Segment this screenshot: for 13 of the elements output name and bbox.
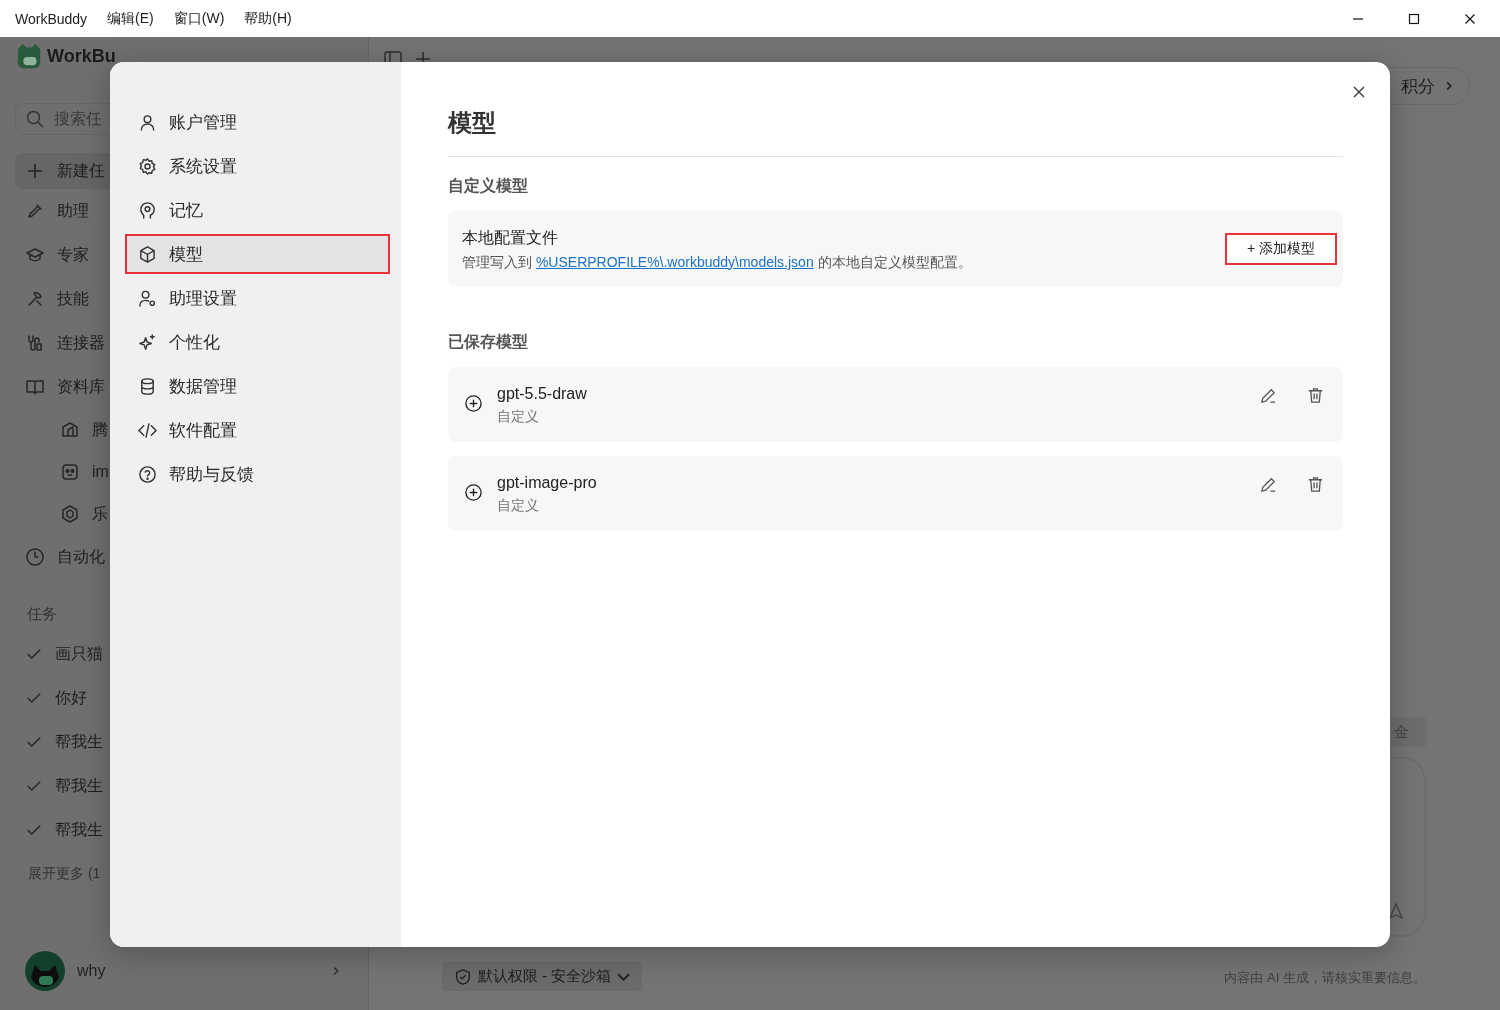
model-name: gpt-5.5-draw [497, 383, 587, 404]
model-type: 自定义 [497, 406, 540, 426]
card-title: 本地配置文件 [462, 227, 559, 248]
page-title: 模型 [448, 108, 497, 138]
section-heading: 已保存模型 [448, 332, 529, 352]
section-heading: 任务 [26, 604, 58, 624]
section-heading: 自定义模型 [448, 176, 529, 196]
description-text: 管理写入到 %USERPROFILE%\.workbuddy\models.json 的本地自定义模型配置。 [462, 252, 973, 272]
user-name: why [77, 962, 106, 980]
app-name: WorkBuddy [15, 10, 88, 27]
logo-text: WorkBu [47, 46, 116, 66]
model-type: 自定义 [497, 495, 540, 515]
model-name: gpt-image-pro [497, 472, 597, 493]
